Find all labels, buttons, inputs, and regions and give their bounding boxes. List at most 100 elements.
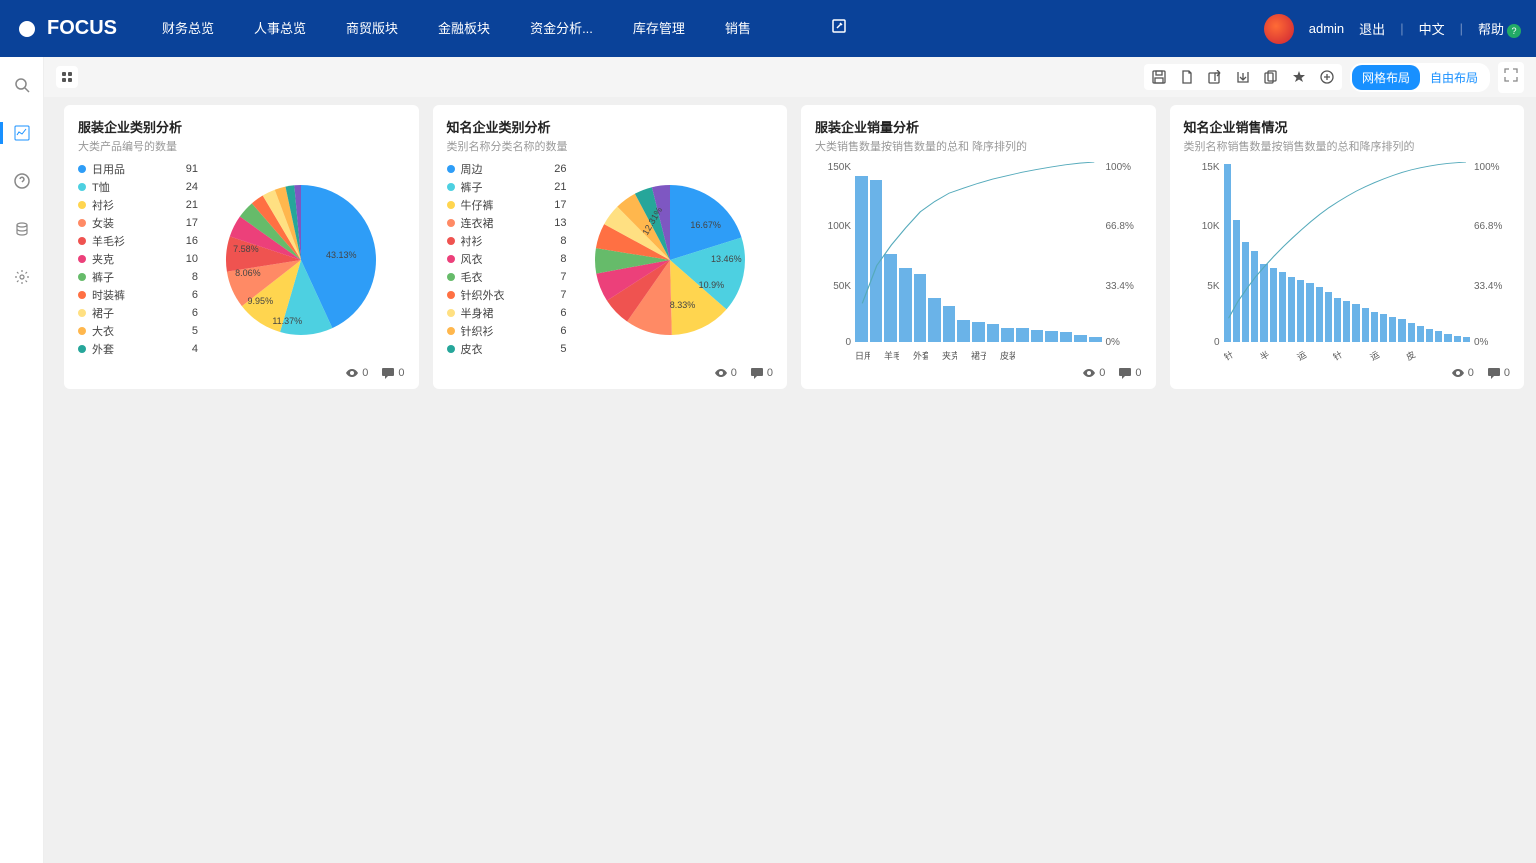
pie-slice-label: 7.58% — [233, 244, 259, 254]
eye-icon — [1083, 367, 1095, 379]
legend-item: 裤子21 — [447, 178, 567, 196]
legend-item: 皮衣5 — [447, 340, 567, 358]
cumulative-line — [855, 162, 1102, 342]
comment-icon — [1119, 367, 1131, 379]
card-famous-category: 知名企业类别分析 类别名称分类名称的数量 周边26裤子21牛仔裤17连衣裙13衬… — [433, 105, 788, 389]
legend-item: 毛衣7 — [447, 268, 567, 286]
pie-slice-label: 11.37% — [272, 316, 302, 326]
file-icon[interactable] — [1180, 70, 1194, 84]
card-subtitle: 类别名称销售数量按销售数量的总和降序排列的 — [1184, 138, 1511, 154]
share-icon[interactable] — [1208, 70, 1222, 84]
layout-toggle: 网格布局 自由布局 — [1350, 63, 1490, 92]
search-icon[interactable] — [12, 75, 32, 95]
views-count: 0 — [715, 367, 737, 379]
save-icon[interactable] — [1152, 70, 1166, 84]
cards-grid: 服装企业类别分析 大类产品编号的数量 日用品91T恤24衬衫21女装17羊毛衫1… — [44, 97, 1536, 397]
y2-axis: 100% 66.8% 33.4% 0% — [1470, 162, 1510, 342]
nav-item-sales[interactable]: 销售 — [725, 18, 751, 39]
legend-item: 女装17 — [78, 214, 198, 232]
logo-icon — [15, 17, 39, 41]
pie-slice-label: 43.13% — [326, 250, 357, 260]
toolbar-icon-group — [1144, 64, 1342, 90]
legend-item: T恤24 — [78, 178, 198, 196]
avatar[interactable] — [1264, 14, 1294, 44]
pie-slice-label: 9.95% — [248, 296, 274, 306]
layout-free-button[interactable]: 自由布局 — [1420, 65, 1488, 90]
y-axis: 15K 10K 5K 0 — [1184, 162, 1224, 342]
logo-text: FOCUS — [47, 17, 117, 40]
legend-item: 周边26 — [447, 160, 567, 178]
y2-axis: 100% 66.8% 33.4% 0% — [1102, 162, 1142, 342]
download-icon[interactable] — [1236, 70, 1250, 84]
card-title: 服装企业类别分析 — [78, 117, 405, 136]
nav-item-inventory[interactable]: 库存管理 — [633, 18, 685, 39]
legend-item: 羊毛衫5 — [447, 358, 567, 360]
top-nav: FOCUS 财务总览 人事总览 商贸版块 金融板块 资金分析... 库存管理 销… — [0, 0, 1536, 57]
legend-item: 羊毛衫16 — [78, 232, 198, 250]
x-axis: 日用品羊毛衫外套夹克裙子皮装 — [855, 349, 1102, 362]
toolbar: 网格布局 自由布局 — [44, 57, 1536, 97]
legend-item: 牛仔裤17 — [447, 196, 567, 214]
legend-item: 日用品91 — [78, 160, 198, 178]
help-badge-icon: ? — [1507, 24, 1521, 38]
card-clothing-sales: 服装企业销量分析 大类销售数量按销售数量的总和 降序排列的 150K 100K … — [801, 105, 1156, 389]
card-title: 知名企业销售情况 — [1184, 117, 1511, 136]
pie-slice-label: 10.9% — [699, 280, 725, 290]
comment-icon — [1488, 367, 1500, 379]
nav-item-finance[interactable]: 财务总览 — [162, 18, 214, 39]
edit-icon[interactable] — [831, 18, 847, 39]
legend: 日用品91T恤24衬衫21女装17羊毛衫16夹克10裤子8时装裤6裙子6大衣5外… — [78, 160, 198, 360]
legend-item: 夹克10 — [78, 250, 198, 268]
comment-icon — [382, 367, 394, 379]
pie-chart[interactable]: 43.13% 11.37% 9.95% 8.06% 7.58% — [198, 160, 405, 360]
separator: | — [1460, 21, 1463, 36]
card-subtitle: 大类产品编号的数量 — [78, 138, 405, 154]
eye-icon — [1452, 367, 1464, 379]
legend: 周边26裤子21牛仔裤17连衣裙13衬衫8风衣8毛衣7针织外衣7半身裙6针织衫6… — [447, 160, 567, 360]
comments-count: 0 — [1119, 367, 1141, 379]
comments-count: 0 — [751, 367, 773, 379]
pareto-chart[interactable]: 150K 100K 50K 0 100% 66.8% 33.4% 0% — [815, 162, 1142, 362]
dashboard-icon[interactable] — [12, 123, 32, 143]
expand-icon[interactable] — [1498, 62, 1524, 93]
comment-icon — [751, 367, 763, 379]
lang-link[interactable]: 中文 — [1419, 19, 1445, 38]
logout-link[interactable]: 退出 — [1359, 19, 1385, 38]
database-icon[interactable] — [12, 219, 32, 239]
legend-item: 连衣裙13 — [447, 214, 567, 232]
pie-slice-label: 8.06% — [235, 268, 261, 278]
pareto-chart[interactable]: 15K 10K 5K 0 100% 66.8% 33.4% 0% — [1184, 162, 1511, 362]
grip-icon[interactable] — [56, 66, 78, 88]
separator: | — [1400, 21, 1403, 36]
card-subtitle: 类别名称分类名称的数量 — [447, 138, 774, 154]
nav-items: 财务总览 人事总览 商贸版块 金融板块 资金分析... 库存管理 销售 — [162, 18, 1264, 39]
cumulative-line — [1224, 162, 1471, 342]
legend-item: 皮装3 — [78, 358, 198, 360]
legend-item: 裙子6 — [78, 304, 198, 322]
copy-icon[interactable] — [1264, 70, 1278, 84]
y-axis: 150K 100K 50K 0 — [815, 162, 855, 342]
nav-right: admin 退出 | 中文 | 帮助? — [1264, 14, 1521, 44]
views-count: 0 — [346, 367, 368, 379]
nav-item-financial[interactable]: 金融板块 — [438, 18, 490, 39]
pie-slice-label: 8.33% — [670, 300, 696, 310]
logo[interactable]: FOCUS — [15, 17, 117, 41]
card-subtitle: 大类销售数量按销售数量的总和 降序排列的 — [815, 138, 1142, 154]
legend-item: 大衣5 — [78, 322, 198, 340]
nav-item-trade[interactable]: 商贸版块 — [346, 18, 398, 39]
nav-item-fund[interactable]: 资金分析... — [530, 18, 593, 39]
nav-item-hr[interactable]: 人事总览 — [254, 18, 306, 39]
legend-item: 衬衫21 — [78, 196, 198, 214]
gear-icon[interactable] — [12, 267, 32, 287]
star-icon[interactable] — [1292, 70, 1306, 84]
card-famous-sales: 知名企业销售情况 类别名称销售数量按销售数量的总和降序排列的 15K 10K 5… — [1170, 105, 1525, 389]
pie-chart[interactable]: 16.67% 13.46% 10.9% 8.33% 12.31% — [567, 160, 774, 360]
username[interactable]: admin — [1309, 21, 1344, 36]
legend-item: 针织外衣7 — [447, 286, 567, 304]
legend-item: 外套4 — [78, 340, 198, 358]
add-circle-icon[interactable] — [1320, 70, 1334, 84]
left-sidebar — [0, 57, 44, 863]
help-circle-icon[interactable] — [12, 171, 32, 191]
layout-grid-button[interactable]: 网格布局 — [1352, 65, 1420, 90]
help-link[interactable]: 帮助? — [1478, 19, 1521, 38]
